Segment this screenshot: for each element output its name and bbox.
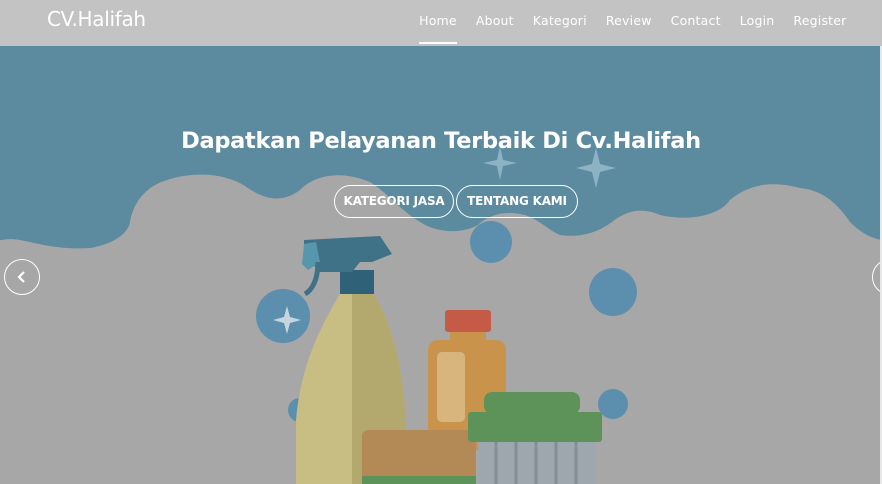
hero-title: Dapatkan Pelayanan Terbaik Di Cv.Halifah — [181, 128, 701, 154]
carousel-prev-button[interactable] — [4, 259, 40, 295]
brand-logo[interactable]: CV.Halifah — [47, 7, 146, 31]
brush-handle — [484, 392, 580, 414]
bubble — [598, 389, 628, 419]
brush-base — [468, 412, 602, 442]
sponge — [362, 430, 476, 484]
spray-neck — [340, 270, 374, 294]
hero-carousel: Dapatkan Pelayanan Terbaik Di Cv.Halifah… — [0, 46, 882, 484]
nav-home[interactable]: Home — [410, 0, 467, 46]
nav-menu: Home About Kategori Review Contact Login… — [410, 0, 856, 46]
nav-login[interactable]: Login — [730, 0, 784, 46]
navbar: CV.Halifah Home About Kategori Review Co… — [0, 0, 882, 46]
bottle-cap — [445, 310, 491, 332]
nav-kategori[interactable]: Kategori — [523, 0, 596, 46]
bubble — [256, 289, 310, 343]
tentang-kami-button[interactable]: TENTANG KAMI — [456, 185, 578, 218]
sponge-top — [362, 476, 476, 484]
chevron-left-icon — [17, 271, 25, 283]
nav-about[interactable]: About — [466, 0, 523, 46]
bubble — [470, 221, 512, 263]
nav-register[interactable]: Register — [784, 0, 856, 46]
bubble — [589, 268, 637, 316]
kategori-jasa-button[interactable]: KATEGORI JASA — [334, 185, 454, 218]
nav-contact[interactable]: Contact — [661, 0, 730, 46]
nav-review[interactable]: Review — [596, 0, 661, 46]
cleaning-supplies-illustration — [0, 46, 882, 484]
bottle-label — [437, 352, 465, 422]
